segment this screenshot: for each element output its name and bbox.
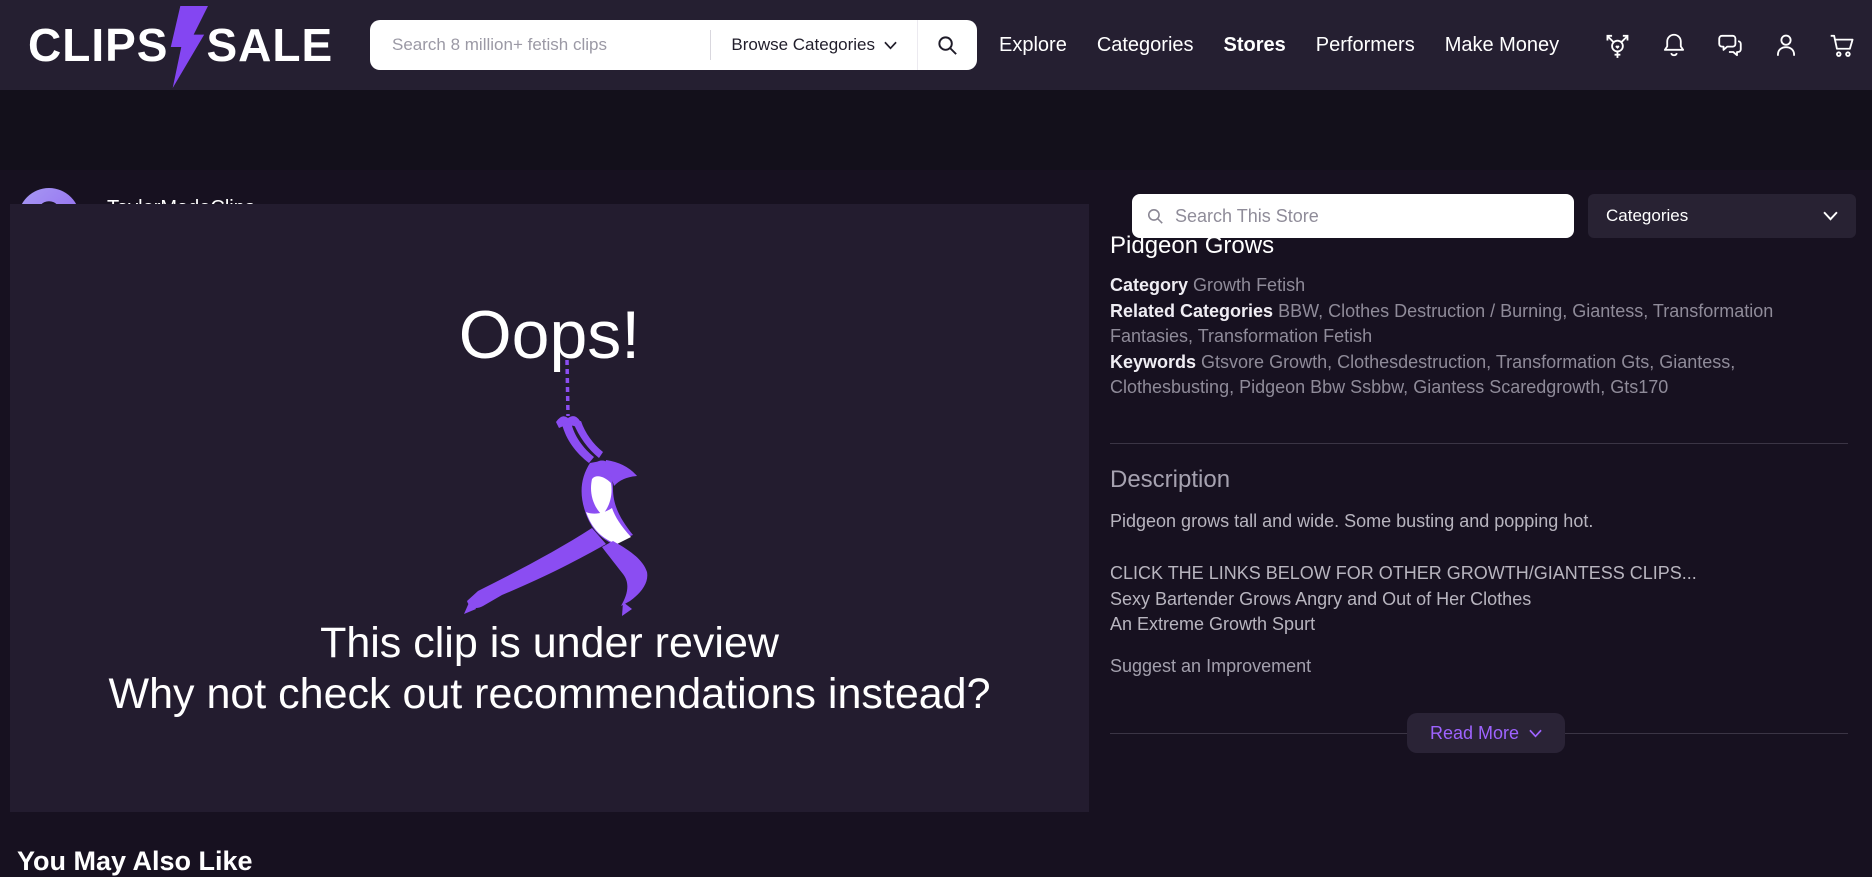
gender-symbol-icon[interactable] (1604, 31, 1632, 59)
logo-text-left: CLIPS (28, 18, 168, 72)
description-heading: Description (1110, 466, 1230, 494)
description-link-2[interactable]: An Extreme Growth Spurt (1110, 612, 1852, 638)
clip-meta: Category Growth Fetish Related Categorie… (1110, 273, 1852, 401)
account-icon[interactable] (1772, 31, 1800, 59)
category-value[interactable]: Growth Fetish (1193, 275, 1305, 295)
suggest-improvement-link[interactable]: Suggest an Improvement (1110, 656, 1311, 677)
category-label: Category (1110, 275, 1188, 295)
clips4sale-logo[interactable]: CLIPS SALE (28, 0, 333, 90)
description-line1: Pidgeon grows tall and wide. Some bustin… (1110, 511, 1852, 532)
keywords-value[interactable]: Gtsvore Growth, Clothesdestruction, Tran… (1110, 352, 1735, 398)
nav-link-stores[interactable]: Stores (1224, 34, 1286, 57)
review-message: This clip is under review Why not check … (10, 618, 1089, 720)
top-navbar: CLIPS SALE Browse Categories Explore Cat… (0, 0, 1872, 90)
description-line2: CLICK THE LINKS BELOW FOR OTHER GROWTH/G… (1110, 561, 1852, 587)
chevron-down-icon (1823, 211, 1838, 221)
nav-link-performers[interactable]: Performers (1316, 34, 1415, 57)
description-link-1[interactable]: Sexy Bartender Grows Angry and Out of He… (1110, 587, 1852, 613)
store-categories-label: Categories (1606, 206, 1688, 226)
chevron-down-icon (884, 41, 897, 50)
clip-review-panel: Oops! This clip is under review Why not … (10, 204, 1089, 812)
search-icon (936, 34, 959, 57)
search-submit-button[interactable] (917, 20, 977, 70)
global-search-input[interactable] (370, 35, 710, 55)
nav-link-explore[interactable]: Explore (999, 34, 1067, 57)
search-icon (1146, 207, 1165, 226)
nav-link-make-money[interactable]: Make Money (1445, 34, 1560, 57)
read-more-label: Read More (1430, 723, 1519, 744)
messages-chat-icon[interactable] (1716, 31, 1744, 59)
global-search-bar: Browse Categories (370, 20, 977, 70)
keywords-label: Keywords (1110, 352, 1196, 372)
cart-icon[interactable] (1828, 31, 1856, 59)
browse-categories-dropdown[interactable]: Browse Categories (711, 20, 917, 70)
store-search-input[interactable] (1165, 206, 1574, 227)
main-nav-links: Explore Categories Stores Performers Mak… (999, 0, 1559, 90)
review-message-line1: This clip is under review (10, 618, 1089, 669)
navbar-icon-group (1604, 0, 1856, 90)
info-divider-top (1110, 443, 1848, 444)
nav-link-categories[interactable]: Categories (1097, 34, 1194, 57)
read-more-button[interactable]: Read More (1407, 713, 1565, 753)
clip-title: Pidgeon Grows (1110, 232, 1852, 260)
description-links-block: CLICK THE LINKS BELOW FOR OTHER GROWTH/G… (1110, 561, 1852, 638)
pole-dancer-illustration (440, 360, 670, 620)
chevron-down-icon (1529, 729, 1542, 738)
store-header: TaylorMadeClips 7 Clips • 1,128 Follower… (0, 90, 1872, 170)
browse-categories-label: Browse Categories (731, 35, 875, 55)
you-may-also-like-heading: You May Also Like (17, 846, 253, 877)
notifications-bell-icon[interactable] (1660, 31, 1688, 59)
lightning-bolt-icon (166, 6, 208, 99)
logo-text-right: SALE (206, 18, 333, 72)
review-message-line2: Why not check out recommendations instea… (10, 669, 1089, 720)
related-categories-label: Related Categories (1110, 301, 1273, 321)
